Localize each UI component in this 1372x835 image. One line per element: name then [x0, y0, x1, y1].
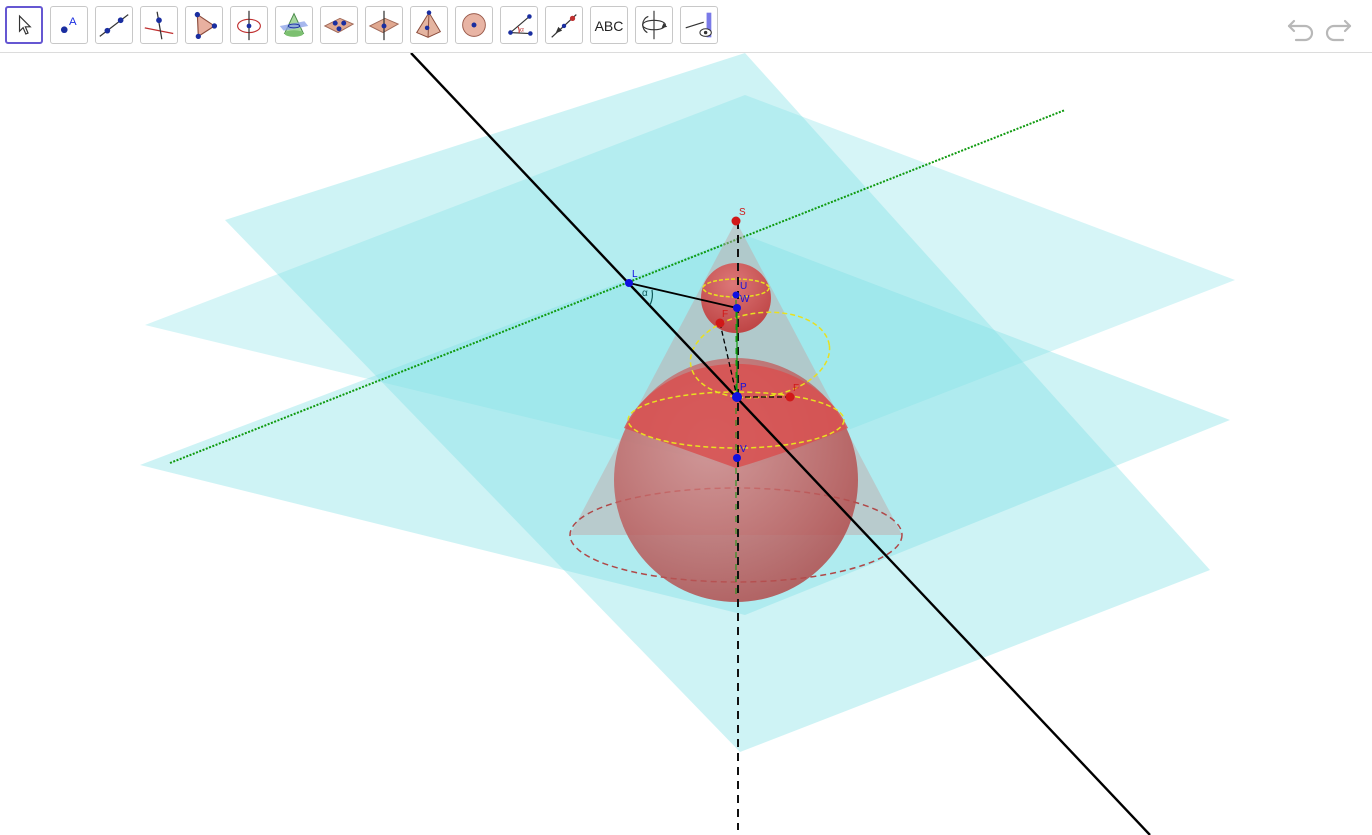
point-tool-button[interactable]: A — [50, 6, 88, 44]
label-W: W — [740, 294, 750, 305]
pyramid-icon — [415, 10, 442, 38]
text-icon: ABC — [594, 18, 624, 34]
graphics-3d-view[interactable]: α S L U W F P F V — [0, 53, 1372, 835]
point-W[interactable] — [733, 304, 741, 312]
text-tool-button[interactable]: ABC — [590, 6, 628, 44]
plane-three-points-tool-button[interactable] — [320, 6, 358, 44]
sphere-center-point-icon — [462, 13, 486, 37]
label-F2: F — [793, 383, 799, 394]
pyramid-tool-button[interactable] — [410, 6, 448, 44]
label-P: P — [740, 382, 747, 393]
reflect-tool-button[interactable] — [545, 6, 583, 44]
perpendicular-plane-tool-button[interactable] — [365, 6, 403, 44]
point-U[interactable] — [732, 291, 740, 299]
perpendicular-tool-button[interactable] — [140, 6, 178, 44]
move-tool-button[interactable] — [5, 6, 43, 44]
svg-text:α: α — [520, 27, 524, 34]
redo-icon[interactable] — [1323, 12, 1353, 42]
rotate-3d-view-icon — [642, 10, 668, 40]
point-icon: A — [60, 16, 77, 34]
sphere-tool-button[interactable] — [455, 6, 493, 44]
intersect-surfaces-tool-button[interactable] — [275, 6, 313, 44]
line-through-two-points-icon — [99, 14, 129, 37]
label-S: S — [739, 207, 746, 218]
angle-alpha-label: α — [642, 288, 648, 299]
perpendicular-plane-icon — [368, 10, 400, 41]
circle-axis-tool-button[interactable] — [230, 6, 268, 44]
point-P[interactable] — [732, 392, 742, 402]
toolbar: A α ABC — [0, 0, 1372, 53]
rotate-view-tool-button[interactable] — [635, 6, 673, 44]
view-in-front-of-icon — [685, 12, 712, 38]
point-L[interactable] — [625, 279, 633, 287]
plane-through-three-points-icon — [323, 17, 355, 34]
polygon-tool-button[interactable] — [185, 6, 223, 44]
view-from-tool-button[interactable] — [680, 6, 718, 44]
angle-tool-button[interactable]: α — [500, 6, 538, 44]
label-V: V — [740, 444, 747, 455]
point-tool-label: A — [69, 16, 77, 28]
undo-icon[interactable] — [1286, 12, 1316, 42]
point-V[interactable] — [733, 454, 741, 462]
intersect-surfaces-icon — [279, 12, 309, 37]
circle-around-axis-icon — [237, 10, 261, 41]
cursor-arrow-icon — [18, 14, 32, 35]
label-F1: F — [722, 309, 728, 320]
line-tool-button[interactable] — [95, 6, 133, 44]
polygon-icon — [194, 11, 218, 40]
label-U: U — [740, 281, 747, 292]
reflect-about-point-icon — [551, 14, 577, 38]
perpendicular-line-icon — [144, 11, 174, 40]
label-L: L — [632, 269, 638, 280]
angle-icon: α — [508, 14, 533, 36]
